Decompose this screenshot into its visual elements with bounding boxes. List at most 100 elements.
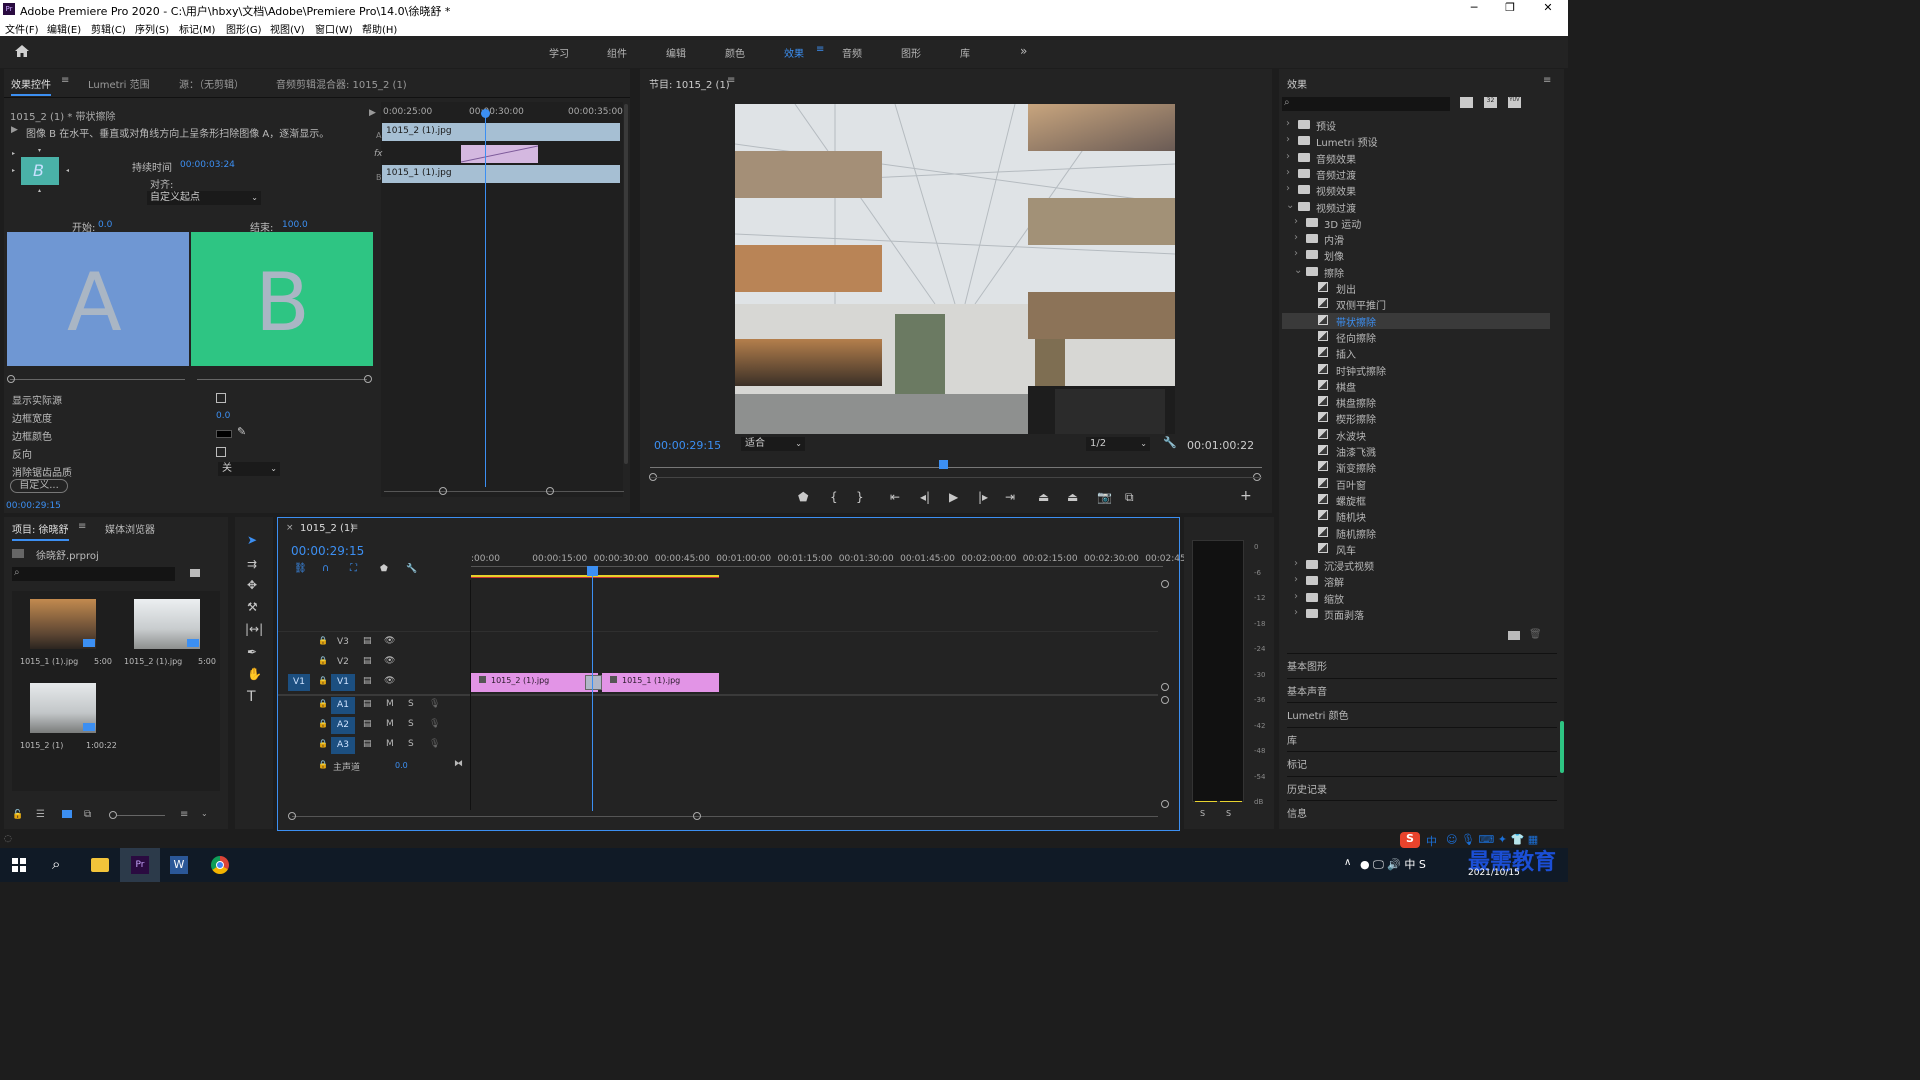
mini-zoom-bar[interactable] xyxy=(384,491,624,492)
maximize-icon[interactable]: ❐ xyxy=(1503,1,1517,14)
effects-section-header[interactable]: Lumetri 颜色 xyxy=(1287,702,1557,722)
nest-icon[interactable]: ⛓ xyxy=(294,563,307,574)
solo-right-button[interactable]: S xyxy=(1226,809,1231,818)
effects-title[interactable]: 效果 xyxy=(1287,76,1307,91)
slip-tool-icon[interactable]: |↔| xyxy=(245,622,263,636)
direction-arrow-w-icon[interactable]: ▸ xyxy=(12,167,15,174)
track-label-v3[interactable]: V3 xyxy=(337,637,349,647)
lock-icon[interactable]: 🔒 xyxy=(318,739,328,748)
timeline-clip[interactable]: 1015_2 (1).jpg xyxy=(471,673,598,692)
lock-icon[interactable]: 🔒 xyxy=(318,636,328,645)
workspace-tab[interactable]: 编辑 xyxy=(666,45,686,60)
workspace-tab[interactable]: 音频 xyxy=(842,45,862,60)
effects-tree-item[interactable]: › 3D 运动 xyxy=(1282,215,1550,231)
effect-controls-timecode[interactable]: 00:00:29:15 xyxy=(6,501,61,511)
effects-tree-item[interactable]: 水波块 xyxy=(1282,427,1550,443)
mute-button[interactable]: M xyxy=(386,719,394,729)
word-taskbar-icon[interactable]: W xyxy=(170,856,188,874)
solo-button[interactable]: S xyxy=(408,719,414,729)
eye-icon[interactable]: 👁 xyxy=(384,656,395,666)
mini-zoom-handle-left[interactable] xyxy=(439,487,447,495)
effects-tree-item[interactable]: › 音频过渡 xyxy=(1282,166,1550,182)
linked-selection-icon[interactable]: ⛶ xyxy=(350,563,357,574)
chevron-down-icon[interactable]: ⌄ xyxy=(1286,200,1294,211)
lock-icon[interactable]: 🔒 xyxy=(318,760,328,769)
sync-lock-icon[interactable]: ▤ xyxy=(363,739,372,749)
align-dropdown[interactable]: 自定义起点 ⌄ xyxy=(147,191,261,205)
panel-menu-icon[interactable]: ≡ xyxy=(350,522,358,533)
horizontal-scroll-handle[interactable] xyxy=(693,812,701,820)
ime-mode[interactable]: 中 xyxy=(1426,833,1437,849)
mark-out-icon[interactable]: } xyxy=(856,490,864,504)
menu-item[interactable]: 标记(M) xyxy=(179,21,215,36)
wrench-icon[interactable]: 🔧 xyxy=(1163,436,1177,449)
program-timecode[interactable]: 00:00:29:15 xyxy=(654,439,721,452)
add-marker-icon[interactable]: ⬟ xyxy=(798,490,808,504)
effects-tree-item[interactable]: › 溶解 xyxy=(1282,573,1550,589)
chevron-right-icon[interactable]: › xyxy=(1294,248,1298,259)
start-value[interactable]: 0.0 xyxy=(98,220,112,230)
lock-icon[interactable]: 🔒 xyxy=(318,699,328,708)
menu-item[interactable]: 帮助(H) xyxy=(362,21,397,36)
description-play-icon[interactable]: ▶ xyxy=(11,125,18,135)
workspace-tab[interactable]: 学习 xyxy=(549,45,569,60)
chevron-down-icon[interactable]: ⌄ xyxy=(201,809,208,818)
chevron-right-icon[interactable]: › xyxy=(1286,151,1290,162)
effects-tree-item[interactable]: 划出 xyxy=(1282,280,1550,296)
chevron-right-icon[interactable]: › xyxy=(1294,607,1298,618)
menu-item[interactable]: 视图(V) xyxy=(270,21,305,36)
workspace-tab[interactable]: 组件 xyxy=(607,45,627,60)
solo-left-button[interactable]: S xyxy=(1200,809,1205,818)
button-editor-icon[interactable]: + xyxy=(1240,488,1252,504)
mini-clip-b[interactable]: 1015_1 (1).jpg xyxy=(382,165,620,183)
workspace-tab[interactable]: 库 xyxy=(960,45,970,60)
chevron-right-icon[interactable]: › xyxy=(1286,183,1290,194)
sync-lock-icon[interactable]: ▤ xyxy=(363,699,372,709)
direction-arrow-e-icon[interactable]: ◂ xyxy=(66,167,69,174)
effects-tree-item[interactable]: › 沉浸式视频 xyxy=(1282,557,1550,573)
solo-button[interactable]: S xyxy=(408,699,414,709)
menu-item[interactable]: 文件(F) xyxy=(5,21,39,36)
effects-section-header[interactable]: 信息 xyxy=(1287,800,1557,820)
track-select-tool-icon[interactable]: ⇉ xyxy=(247,557,257,571)
tab-source[interactable]: 源：（无剪辑） xyxy=(179,76,244,91)
list-view-icon[interactable]: ☰ xyxy=(36,809,45,820)
razor-tool-icon[interactable]: ⚒ xyxy=(247,600,258,614)
new-bin-from-search-icon[interactable] xyxy=(190,569,200,577)
chevron-right-icon[interactable]: › xyxy=(1294,591,1298,602)
timeline-clip[interactable]: 1015_1 (1).jpg xyxy=(602,673,719,692)
home-icon[interactable] xyxy=(14,44,30,58)
effects-section-header[interactable]: 基本图形 xyxy=(1287,653,1557,673)
chevron-right-icon[interactable]: › xyxy=(1286,134,1290,145)
chevron-right-icon[interactable]: › xyxy=(1294,574,1298,585)
mute-button[interactable]: M xyxy=(386,699,394,709)
pen-tool-icon[interactable]: ✒ xyxy=(247,645,257,659)
antialias-dropdown[interactable]: 关 ⌄ xyxy=(218,462,280,476)
effects-tree-item[interactable]: 随机块 xyxy=(1282,508,1550,524)
tab-audio-clip-mixer[interactable]: 音频剪辑混合器: 1015_2 (1) xyxy=(276,76,407,91)
effects-tree-item[interactable]: › 划像 xyxy=(1282,247,1550,263)
direction-arrow-n-icon[interactable]: ▾ xyxy=(38,147,41,154)
go-to-end-icon[interactable]: ⧓ xyxy=(454,759,463,769)
mini-transition-block[interactable] xyxy=(460,145,539,163)
tab-lumetri-scopes[interactable]: Lumetri 范围 xyxy=(88,76,150,91)
sync-lock-icon[interactable]: ▤ xyxy=(363,719,372,729)
effects-tree-item[interactable]: › 缩放 xyxy=(1282,590,1550,606)
tab-project[interactable]: 项目: 徐晓舒 xyxy=(12,521,69,541)
new-bin-icon[interactable] xyxy=(1508,631,1520,640)
add-marker-icon[interactable]: ⬟ xyxy=(380,564,388,574)
chevron-right-icon[interactable]: › xyxy=(1294,558,1298,569)
start-slider[interactable] xyxy=(10,379,185,380)
mark-in-icon[interactable]: { xyxy=(830,490,838,504)
microphone-icon[interactable]: 🎙 xyxy=(429,739,440,749)
track-label-a1[interactable]: A1 xyxy=(331,697,355,714)
lock-icon[interactable]: 🔒 xyxy=(318,676,328,685)
delete-icon[interactable]: 🗑 xyxy=(1529,629,1542,640)
yuv-effects-icon[interactable]: YUV xyxy=(1508,97,1521,108)
reverse-checkbox[interactable] xyxy=(216,447,226,457)
effects-tree-item[interactable]: › 页面剥落 xyxy=(1282,606,1550,622)
lock-icon[interactable]: 🔒 xyxy=(318,656,328,665)
track-label-v1[interactable]: V1 xyxy=(331,674,355,691)
vertical-scroll-handle[interactable] xyxy=(1161,696,1169,704)
program-playhead-icon[interactable] xyxy=(939,460,948,469)
